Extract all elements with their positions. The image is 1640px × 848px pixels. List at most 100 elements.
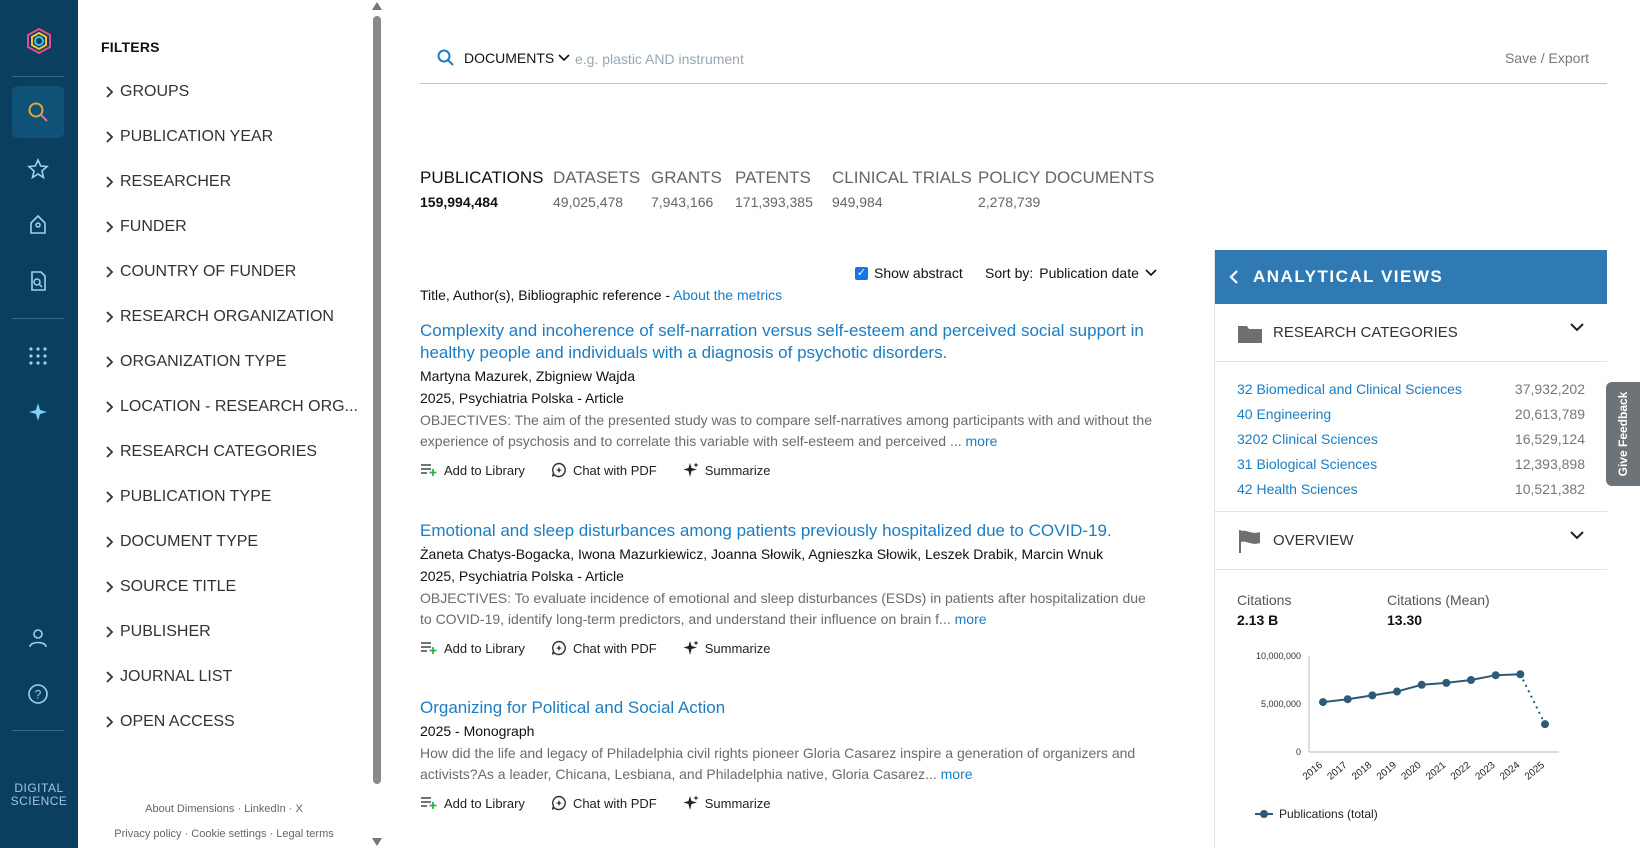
tab-datasets[interactable]: DATASETS 49,025,478 xyxy=(553,168,640,210)
category-count: 12,393,898 xyxy=(1514,455,1585,472)
summarize-button[interactable]: Summarize xyxy=(683,462,771,478)
x-tick-label: 2016 xyxy=(1301,760,1325,783)
scroll-down-icon[interactable] xyxy=(372,838,382,846)
playlist-add-icon xyxy=(421,642,437,654)
category-name-link[interactable]: 40 Engineering xyxy=(1237,406,1331,422)
tab-policy-documents[interactable]: POLICY DOCUMENTS 2,278,739 xyxy=(978,168,1154,210)
x-tick-label: 2025 xyxy=(1523,760,1547,783)
result-title-link[interactable]: Organizing for Political and Social Acti… xyxy=(420,697,1160,719)
search-scope-dropdown[interactable]: DOCUMENTS xyxy=(464,50,570,66)
category-row[interactable]: 40 Engineering 20,613,789 xyxy=(1237,401,1585,426)
give-feedback-tab[interactable]: Give Feedback xyxy=(1606,382,1640,486)
rail-help-button[interactable]: ? xyxy=(12,668,64,720)
rail-ai-button[interactable] xyxy=(12,386,64,438)
rail-tags-button[interactable] xyxy=(12,199,64,251)
search-input[interactable] xyxy=(575,47,1275,71)
category-name-link[interactable]: 31 Biological Sciences xyxy=(1237,456,1377,472)
rail-divider xyxy=(12,730,64,731)
tab-grants[interactable]: GRANTS 7,943,166 xyxy=(651,168,722,210)
add-to-library-button[interactable]: Add to Library xyxy=(420,641,525,656)
add-to-library-button[interactable]: Add to Library xyxy=(420,463,525,478)
footer-legal-links[interactable]: Privacy policy · Cookie settings · Legal… xyxy=(78,828,370,840)
result-actions: Add to Library Chat with PDF Summarize xyxy=(420,640,1160,656)
filter-item[interactable]: LOCATION - RESEARCH ORG... xyxy=(102,394,358,420)
x-tick-label: 2020 xyxy=(1399,760,1423,783)
category-row[interactable]: 42 Health Sciences 10,521,382 xyxy=(1237,476,1585,501)
tab-patents[interactable]: PATENTS 171,393,385 xyxy=(735,168,813,210)
filter-item[interactable]: ORGANIZATION TYPE xyxy=(102,349,287,375)
footer-links[interactable]: About Dimensions · LinkedIn · X xyxy=(78,803,370,815)
result-abstract: OBJECTIVES: To evaluate incidence of emo… xyxy=(420,588,1160,630)
digital-science-brand[interactable]: DIGITAL SCIENCE xyxy=(0,782,78,808)
chat-with-pdf-button[interactable]: Chat with PDF xyxy=(551,462,657,478)
brand-line: SCIENCE xyxy=(10,794,68,808)
dimensions-logo-icon[interactable] xyxy=(24,26,54,56)
chat-with-pdf-label: Chat with PDF xyxy=(572,640,657,656)
rail-document-search-button[interactable] xyxy=(12,255,64,307)
filter-item[interactable]: FUNDER xyxy=(102,214,187,240)
filters-scrollbar[interactable] xyxy=(370,0,384,848)
category-row[interactable]: 32 Biomedical and Clinical Sciences 37,93… xyxy=(1237,376,1585,401)
summarize-button[interactable]: Summarize xyxy=(683,640,771,656)
filter-item[interactable]: PUBLICATION TYPE xyxy=(102,484,271,510)
result-item: Organizing for Political and Social Acti… xyxy=(420,697,1160,811)
category-name-link[interactable]: 32 Biomedical and Clinical Sciences xyxy=(1237,381,1462,397)
analytical-views-title: ANALYTICAL VIEWS xyxy=(1253,267,1444,286)
checkbox-checked-icon[interactable]: ✓ xyxy=(855,266,868,280)
tab-clinical-trials[interactable]: CLINICAL TRIALS 949,984 xyxy=(832,168,972,210)
scrollbar-thumb[interactable] xyxy=(373,16,381,784)
category-row[interactable]: 3202 Clinical Sciences 16,529,124 xyxy=(1237,426,1585,451)
filter-item[interactable]: COUNTRY OF FUNDER xyxy=(102,259,296,285)
filter-item[interactable]: RESEARCH ORGANIZATION xyxy=(102,304,334,330)
filter-item[interactable]: OPEN ACCESS xyxy=(102,709,235,735)
y-tick-label: 0 xyxy=(1296,747,1301,757)
filter-item[interactable]: RESEARCHER xyxy=(102,169,231,195)
filter-item[interactable]: PUBLISHER xyxy=(102,619,211,645)
rail-search-button[interactable] xyxy=(12,86,64,138)
y-tick-label: 5,000,000 xyxy=(1261,699,1301,709)
filter-item[interactable]: DOCUMENT TYPE xyxy=(102,529,258,555)
result-title-link[interactable]: Complexity and incoherence of self-narra… xyxy=(420,320,1160,364)
overview-header[interactable]: OVERVIEW xyxy=(1215,512,1607,570)
save-export-button[interactable]: Save / Export xyxy=(1505,50,1589,66)
chevron-left-icon[interactable] xyxy=(1229,269,1239,285)
rail-favorites-button[interactable] xyxy=(12,143,64,195)
chevron-down-icon[interactable] xyxy=(1569,530,1585,540)
category-row[interactable]: 31 Biological Sciences 12,393,898 xyxy=(1237,451,1585,476)
filters-panel: FILTERS GROUPS PUBLICATION YEAR RESEARCHER… xyxy=(78,0,370,848)
result-item: Emotional and sleep disturbances among p… xyxy=(420,520,1160,656)
chat-with-pdf-button[interactable]: Chat with PDF xyxy=(551,640,657,656)
tag-icon xyxy=(30,214,46,234)
summarize-button[interactable]: Summarize xyxy=(683,795,771,811)
more-link[interactable]: more xyxy=(966,433,998,449)
category-name-link[interactable]: 42 Health Sciences xyxy=(1237,481,1358,497)
tab-publications[interactable]: PUBLICATIONS 159,994,484 xyxy=(420,168,543,210)
chevron-right-icon xyxy=(106,311,114,323)
analytical-views-header[interactable]: ANALYTICAL VIEWS xyxy=(1215,250,1607,304)
filter-item[interactable]: JOURNAL LIST xyxy=(102,664,232,690)
add-to-library-button[interactable]: Add to Library xyxy=(420,796,525,811)
scroll-up-icon[interactable] xyxy=(372,2,382,10)
filter-label: COUNTRY OF FUNDER xyxy=(120,263,297,280)
rail-apps-button[interactable] xyxy=(12,330,64,382)
search-icon[interactable] xyxy=(436,48,456,68)
filter-item[interactable]: RESEARCH CATEGORIES xyxy=(102,439,317,465)
more-link[interactable]: more xyxy=(955,611,987,627)
filter-item[interactable]: GROUPS xyxy=(102,79,189,105)
about-metrics-link[interactable]: About the metrics xyxy=(673,287,782,303)
sort-dropdown[interactable]: Sort by: Publication date xyxy=(985,265,1157,281)
chevron-down-icon[interactable] xyxy=(1569,322,1585,332)
filter-item[interactable]: PUBLICATION YEAR xyxy=(102,124,273,150)
result-title-link[interactable]: Emotional and sleep disturbances among p… xyxy=(420,520,1160,542)
chat-with-pdf-button[interactable]: Chat with PDF xyxy=(551,795,657,811)
research-categories-header[interactable]: RESEARCH CATEGORIES xyxy=(1215,304,1607,362)
category-name-link[interactable]: 3202 Clinical Sciences xyxy=(1237,431,1378,447)
chevron-right-icon xyxy=(106,221,114,233)
sort-label: Sort by: xyxy=(985,265,1034,281)
filter-item[interactable]: SOURCE TITLE xyxy=(102,574,236,600)
rail-account-button[interactable] xyxy=(12,612,64,664)
result-abstract: How did the life and legacy of Philadelp… xyxy=(420,743,1160,785)
more-link[interactable]: more xyxy=(941,766,973,782)
x-tick-label: 2021 xyxy=(1424,760,1448,783)
show-abstract-toggle[interactable]: ✓ Show abstract xyxy=(855,265,963,281)
